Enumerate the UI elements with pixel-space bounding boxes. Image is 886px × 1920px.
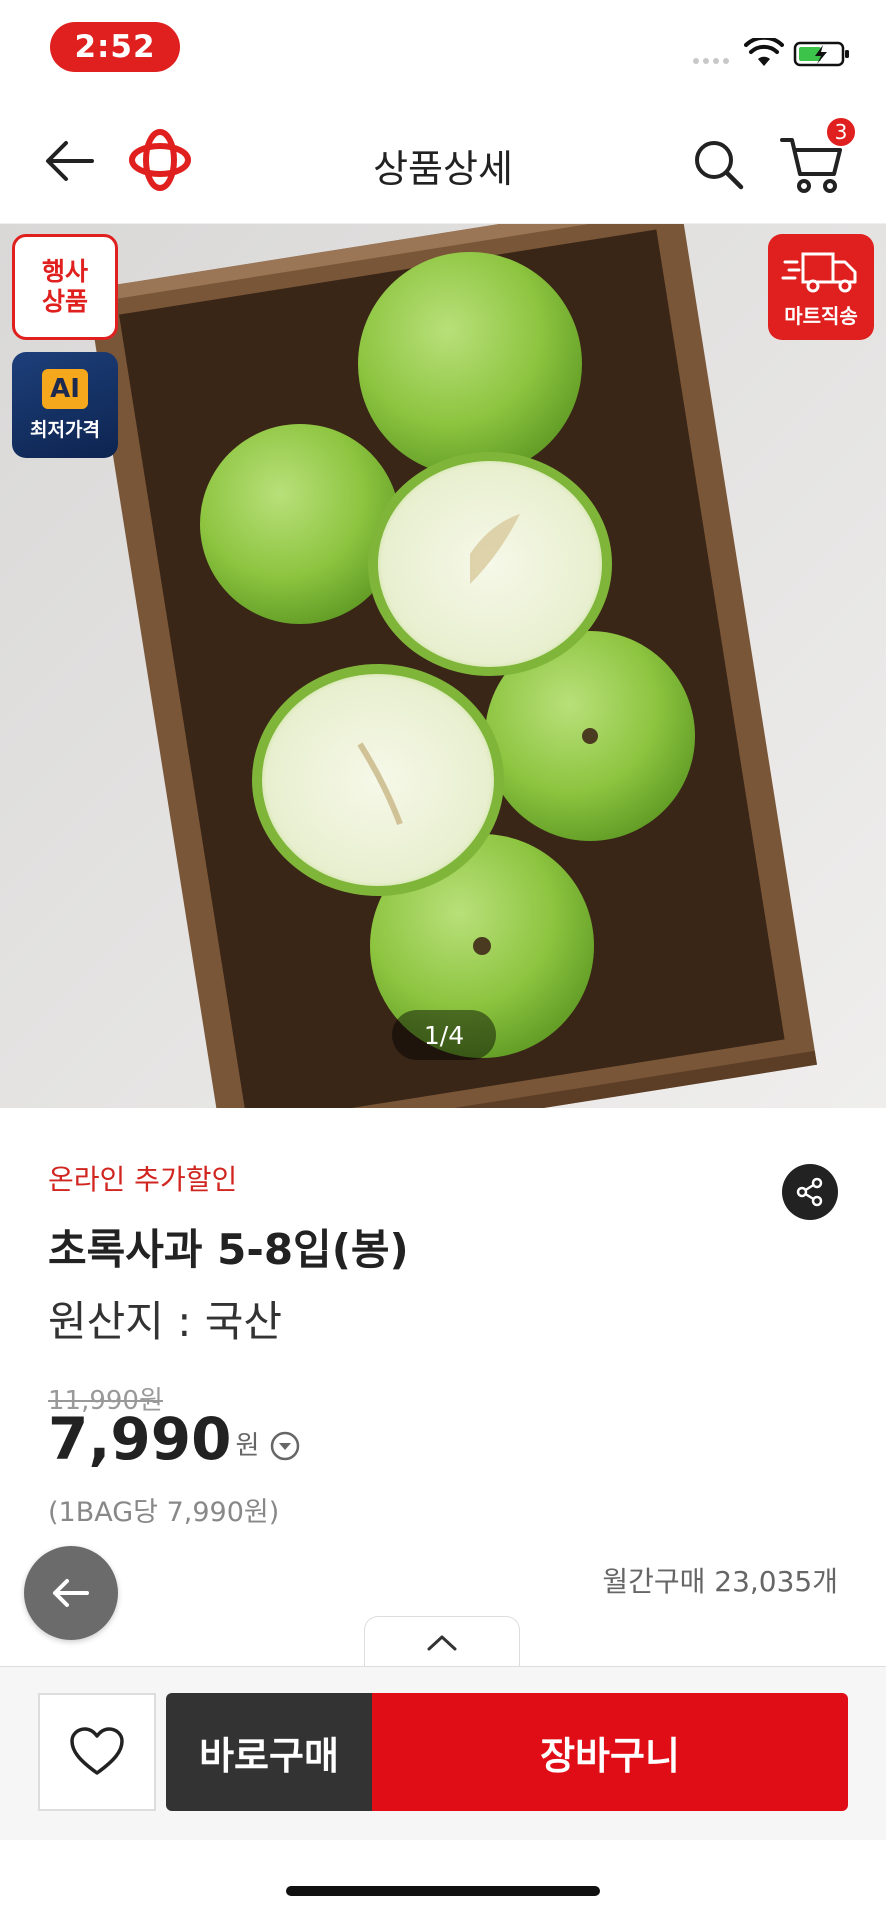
mart-direct-delivery-badge: 마트직송 (768, 234, 874, 340)
page-title: 상품상세 (373, 147, 513, 191)
bottom-action-bar: 바로구매 장바구니 (0, 1666, 886, 1840)
battery-charging-icon (793, 41, 849, 67)
unit-price: (1BAG당 7,990원) (48, 1497, 280, 1528)
status-time: 2:52 (50, 22, 180, 72)
product-name: 초록사과 5-8입(봉) (48, 1225, 409, 1274)
back-arrow-icon (53, 1579, 89, 1607)
floating-back-button[interactable] (24, 1546, 118, 1640)
expand-options-tab[interactable] (364, 1616, 520, 1668)
ai-lowest-price-badge: AI 최저가격 (12, 352, 118, 458)
currency-unit: 원 (235, 1430, 260, 1461)
home-indicator[interactable] (286, 1886, 600, 1896)
product-origin: 원산지 : 국산 (48, 1297, 283, 1346)
event-badge-line1: 행사 (41, 257, 88, 286)
buy-now-button[interactable]: 바로구매 (166, 1693, 372, 1811)
promo-label: 온라인 추가할인 (48, 1163, 238, 1196)
ai-mark: AI (42, 368, 88, 409)
add-to-cart-button[interactable]: 장바구니 (372, 1693, 848, 1811)
ai-badge-label: 최저가격 (30, 418, 100, 441)
search-icon[interactable] (690, 136, 746, 192)
share-icon (796, 1177, 823, 1207)
event-product-badge: 행사 상품 (12, 234, 118, 340)
direct-delivery-label: 마트직송 (784, 303, 858, 328)
heart-icon (70, 1727, 124, 1775)
chevron-up-icon (427, 1635, 457, 1650)
product-photo (86, 224, 817, 1108)
cart-count-badge: 3 (825, 116, 857, 148)
monthly-purchase-count: 월간구매 23,035개 (602, 1565, 838, 1598)
delivery-truck-icon (781, 252, 857, 292)
price-row: 7,990 원 (48, 1405, 301, 1473)
top-nav-bar: 상품상세 3 (0, 96, 886, 224)
cellular-signal-icon (693, 58, 729, 64)
event-badge-line2: 상품 (41, 287, 88, 316)
status-bar: 2:52 (0, 0, 886, 96)
sale-price: 7,990 (48, 1405, 232, 1473)
wishlist-button[interactable] (38, 1693, 156, 1811)
product-image-carousel[interactable]: 행사 상품 AI 최저가격 마트직송 1/4 (0, 224, 886, 1108)
image-page-indicator: 1/4 (392, 1010, 496, 1060)
price-details-chevron-icon[interactable] (269, 1430, 301, 1462)
wifi-icon (744, 38, 784, 66)
share-button[interactable] (782, 1164, 838, 1220)
